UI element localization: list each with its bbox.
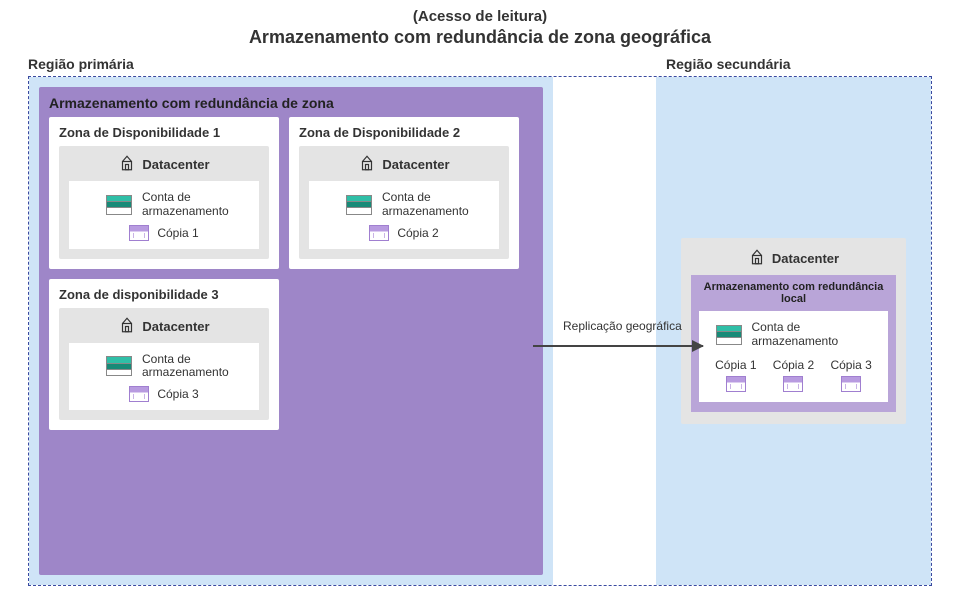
- zone-1-storage-card: Conta de armazenamento Cópia 1: [69, 181, 259, 249]
- lrs-storage-card: Conta de armazenamento Cópia 1 Cópia 2 C…: [699, 311, 888, 403]
- zone-3-datacenter: Datacenter Conta de armazenamento Cópia …: [59, 308, 269, 421]
- zone-redundant-storage-box: Armazenamento com redundância de zona Zo…: [39, 87, 543, 575]
- storage-account-icon: [346, 195, 372, 215]
- secondary-datacenter: Datacenter Armazenamento com redundância…: [681, 238, 906, 425]
- copy-icon: [129, 225, 149, 241]
- secondary-copy-1: Cópia 1: [715, 358, 756, 392]
- zone-row-2: Zona de disponibilidade 3 Datacenter Con…: [49, 279, 533, 431]
- primary-region-label: Região primária: [28, 56, 568, 72]
- lrs-box: Armazenamento com redundância local Cont…: [691, 275, 896, 413]
- zone-3-datacenter-header: Datacenter: [69, 316, 259, 337]
- datacenter-icon: [358, 154, 376, 175]
- region-labels-row: Região primária Região secundária: [0, 50, 960, 76]
- datacenter-icon: [118, 154, 136, 175]
- copy-icon: [841, 376, 861, 392]
- secondary-region: Datacenter Armazenamento com redundância…: [656, 77, 931, 585]
- zone-3-datacenter-label: Datacenter: [142, 319, 209, 334]
- copy-icon: [783, 376, 803, 392]
- availability-zone-1: Zona de Disponibilidade 1 Datacenter Con…: [49, 117, 279, 269]
- datacenter-icon: [118, 316, 136, 337]
- secondary-datacenter-header: Datacenter: [691, 248, 896, 269]
- geo-replication-label: Replicação geográfica: [563, 319, 682, 333]
- title-main: Armazenamento com redundância de zona ge…: [0, 27, 960, 48]
- lrs-copies-row: Cópia 1 Cópia 2 Cópia 3: [707, 358, 880, 392]
- zone-2-datacenter-header: Datacenter: [309, 154, 499, 175]
- copy-icon: [369, 225, 389, 241]
- zone-row-1: Zona de Disponibilidade 1 Datacenter Con…: [49, 117, 533, 269]
- secondary-copy-1-label: Cópia 1: [715, 358, 756, 372]
- zone-3-storage-card: Conta de armazenamento Cópia 3: [69, 343, 259, 411]
- zone-2-storage-label: Conta de armazenamento: [382, 191, 462, 219]
- secondary-copy-2: Cópia 2: [773, 358, 814, 392]
- zone-2-storage-card: Conta de armazenamento Cópia 2: [309, 181, 499, 249]
- storage-account-icon: [716, 325, 742, 345]
- zone-3-storage-label: Conta de armazenamento: [142, 353, 222, 381]
- zone-1-title: Zona de Disponibilidade 1: [59, 125, 269, 140]
- zone-1-datacenter: Datacenter Conta de armazenamento Cópia …: [59, 146, 269, 259]
- diagram-title-block: (Acesso de leitura) Armazenamento com re…: [0, 0, 960, 50]
- geo-replication-arrow-icon: [533, 345, 703, 347]
- storage-account-icon: [106, 356, 132, 376]
- secondary-storage-label: Conta de armazenamento: [752, 321, 872, 349]
- secondary-copy-3: Cópia 3: [830, 358, 871, 392]
- zone-1-copy-label: Cópia 1: [157, 226, 198, 240]
- zone-2-title: Zona de Disponibilidade 2: [299, 125, 509, 140]
- availability-zone-3: Zona de disponibilidade 3 Datacenter Con…: [49, 279, 279, 431]
- secondary-region-label: Região secundária: [666, 56, 791, 72]
- copy-icon: [726, 376, 746, 392]
- copy-icon: [129, 386, 149, 402]
- zone-1-datacenter-header: Datacenter: [69, 154, 259, 175]
- zone-redundant-storage-title: Armazenamento com redundância de zona: [49, 95, 533, 111]
- datacenter-icon: [748, 248, 766, 269]
- secondary-copy-2-label: Cópia 2: [773, 358, 814, 372]
- availability-zone-2: Zona de Disponibilidade 2 Datacenter Con…: [289, 117, 519, 269]
- title-subtitle: (Acesso de leitura): [0, 8, 960, 25]
- zone-1-storage-label: Conta de armazenamento: [142, 191, 222, 219]
- zone-3-copy-label: Cópia 3: [157, 387, 198, 401]
- primary-region: Armazenamento com redundância de zona Zo…: [29, 77, 553, 585]
- lrs-title: Armazenamento com redundância local: [699, 281, 888, 305]
- zone-2-datacenter: Datacenter Conta de armazenamento Cópia …: [299, 146, 509, 259]
- secondary-copy-3-label: Cópia 3: [830, 358, 871, 372]
- zone-3-title: Zona de disponibilidade 3: [59, 287, 269, 302]
- zone-2-datacenter-label: Datacenter: [382, 157, 449, 172]
- regions-container: Armazenamento com redundância de zona Zo…: [28, 76, 932, 586]
- zone-1-datacenter-label: Datacenter: [142, 157, 209, 172]
- zone-2-copy-label: Cópia 2: [397, 226, 438, 240]
- secondary-datacenter-label: Datacenter: [772, 251, 839, 266]
- storage-account-icon: [106, 195, 132, 215]
